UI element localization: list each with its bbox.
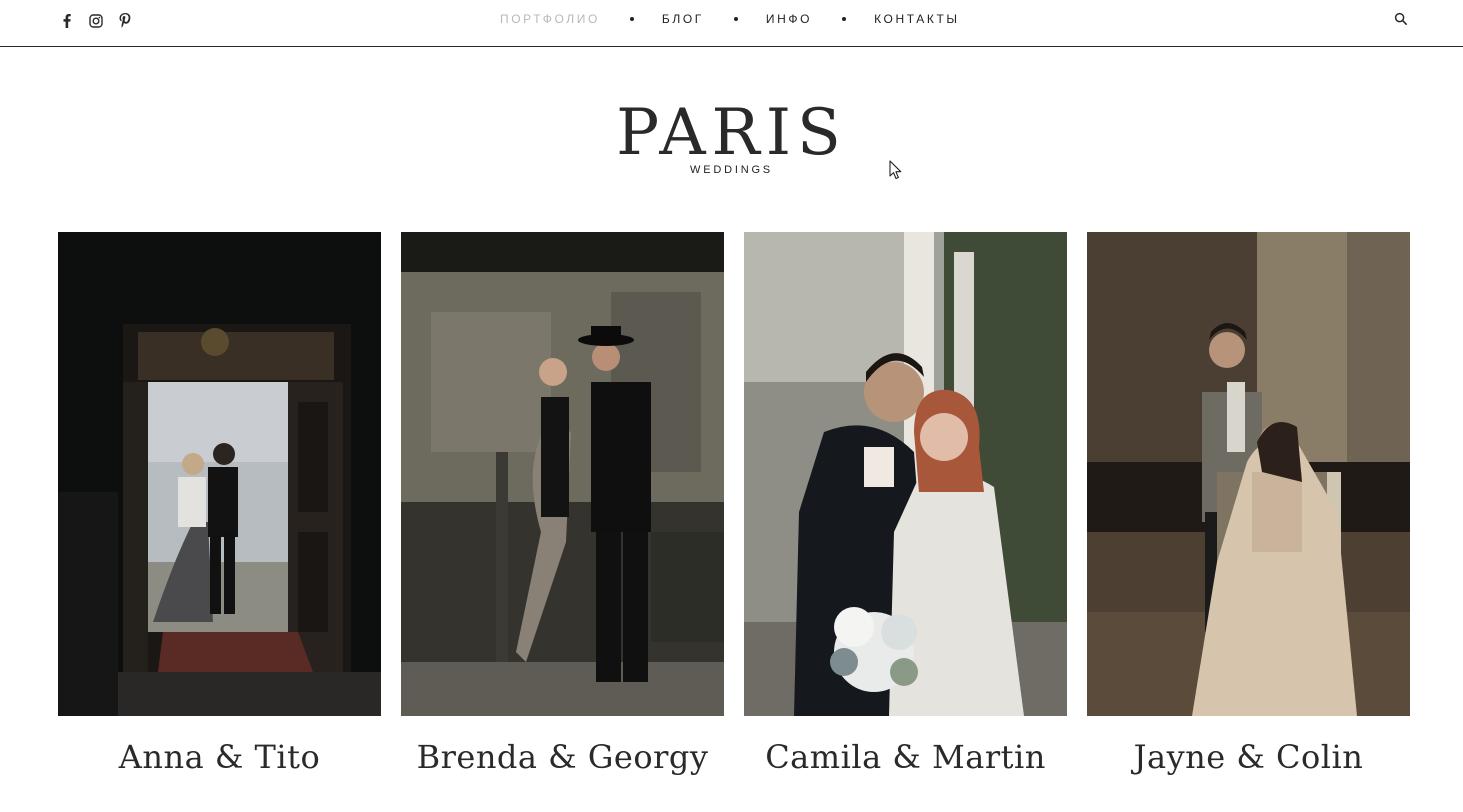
gallery-card[interactable]: Brenda & Georgy: [401, 232, 724, 776]
gallery-photo[interactable]: [58, 232, 381, 716]
pinterest-icon[interactable]: [116, 12, 133, 29]
main-nav: ПОРТФОЛИО БЛОГ ИНФО КОНТАКТЫ: [500, 12, 960, 26]
nav-item-contacts[interactable]: КОНТАКТЫ: [874, 12, 960, 26]
social-links: [58, 12, 133, 29]
nav-item-blog[interactable]: БЛОГ: [662, 12, 704, 26]
mouse-cursor-icon: [889, 160, 903, 185]
gallery-card-title[interactable]: Jayne & Colin: [1087, 738, 1410, 776]
gallery-grid: Anna & Tito Brenda & Georgy Camila & Mar…: [58, 232, 1410, 776]
nav-separator: [733, 17, 738, 21]
gallery-card[interactable]: Anna & Tito: [58, 232, 381, 776]
instagram-icon[interactable]: [87, 12, 104, 29]
facebook-icon[interactable]: [58, 12, 75, 29]
gallery-photo[interactable]: [744, 232, 1067, 716]
gallery-photo[interactable]: [401, 232, 724, 716]
nav-item-info[interactable]: ИНФО: [766, 12, 812, 26]
nav-item-portfolio[interactable]: ПОРТФОЛИО: [500, 12, 600, 26]
nav-separator: [629, 17, 634, 21]
gallery-card-title[interactable]: Brenda & Georgy: [401, 738, 724, 776]
category-filter-weddings[interactable]: WEDDINGS: [0, 164, 1463, 176]
gallery-card-title[interactable]: Anna & Tito: [58, 738, 381, 776]
gallery-card[interactable]: Camila & Martin: [744, 232, 1067, 776]
page-title: PARIS: [616, 95, 847, 170]
nav-separator: [842, 17, 847, 21]
site-header: ПОРТФОЛИО БЛОГ ИНФО КОНТАКТЫ: [0, 0, 1463, 47]
search-icon[interactable]: [1394, 12, 1408, 26]
gallery-photo[interactable]: [1087, 232, 1410, 716]
gallery-card-title[interactable]: Camila & Martin: [744, 738, 1067, 776]
gallery-card[interactable]: Jayne & Colin: [1087, 232, 1410, 776]
